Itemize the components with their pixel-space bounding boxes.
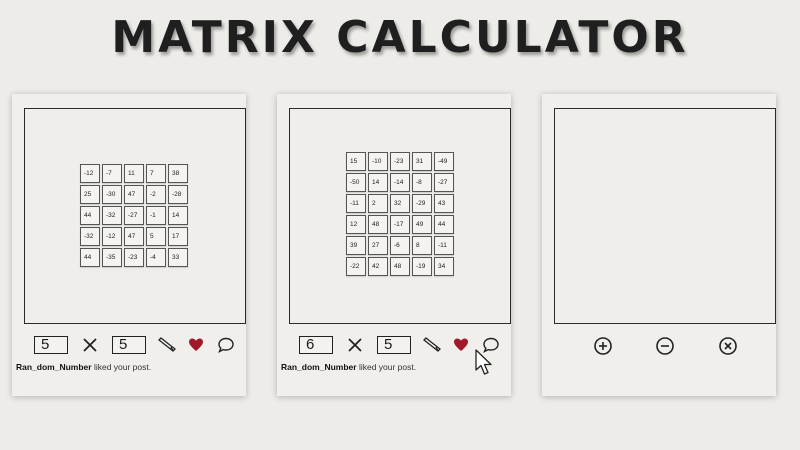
matrix-cell[interactable]: -10: [368, 152, 388, 171]
pen-icon[interactable]: [157, 337, 177, 353]
matrix-cell[interactable]: -4: [146, 248, 166, 267]
matrix-cell[interactable]: 33: [168, 248, 188, 267]
matrix-cell[interactable]: -12: [102, 227, 122, 246]
liked-text: liked your post.: [356, 362, 417, 372]
matrix-cell[interactable]: 14: [368, 173, 388, 192]
matrix-cell[interactable]: -22: [346, 257, 366, 276]
matrix-cell[interactable]: -30: [102, 185, 122, 204]
liked-text: liked your post.: [91, 362, 152, 372]
pen-icon[interactable]: [422, 337, 442, 353]
matrix-cell[interactable]: -27: [124, 206, 144, 225]
liked-user[interactable]: Ran_dom_Number: [281, 362, 357, 372]
like-notification: Ran_dom_Number liked your post.: [12, 362, 246, 372]
rows-input[interactable]: 6: [299, 336, 333, 354]
matrix-cell[interactable]: -11: [434, 236, 454, 255]
cols-input[interactable]: 5: [377, 336, 411, 354]
matrix-cell[interactable]: -32: [80, 227, 100, 246]
matrix-cell[interactable]: 44: [80, 248, 100, 267]
matrix-cell[interactable]: -12: [80, 164, 100, 183]
matrix-cell[interactable]: 2: [368, 194, 388, 213]
matrix-cell[interactable]: 7: [146, 164, 166, 183]
matrix-cell[interactable]: 38: [168, 164, 188, 183]
matrix-cell[interactable]: 12: [346, 215, 366, 234]
matrix-cell[interactable]: 42: [368, 257, 388, 276]
matrix-cell[interactable]: -35: [102, 248, 122, 267]
matrix-cell[interactable]: -17: [390, 215, 410, 234]
matrix-cell[interactable]: -7: [102, 164, 122, 183]
matrix-cell[interactable]: 48: [368, 215, 388, 234]
rows-input[interactable]: 5: [34, 336, 68, 354]
matrix-cell[interactable]: 5: [146, 227, 166, 246]
matrix-cell[interactable]: 27: [368, 236, 388, 255]
times-icon: [83, 338, 97, 352]
multiply-circle-icon[interactable]: [718, 336, 738, 356]
matrix-cell[interactable]: -11: [346, 194, 366, 213]
liked-user[interactable]: Ran_dom_Number: [16, 362, 92, 372]
matrix-cell[interactable]: 39: [346, 236, 366, 255]
matrix-cell[interactable]: 47: [124, 227, 144, 246]
subtract-circle-icon[interactable]: [655, 336, 675, 356]
matrix-cell[interactable]: 47: [124, 185, 144, 204]
matrix-cell[interactable]: 31: [412, 152, 432, 171]
matrix-cell[interactable]: 11: [124, 164, 144, 183]
add-circle-icon[interactable]: [593, 336, 613, 356]
matrix-cell[interactable]: 14: [168, 206, 188, 225]
matrix-cell[interactable]: -19: [412, 257, 432, 276]
matrix-cell[interactable]: 43: [434, 194, 454, 213]
heart-icon[interactable]: [453, 337, 469, 353]
times-icon: [348, 338, 362, 352]
matrix-cell[interactable]: 8: [412, 236, 432, 255]
matrix-grid: 15 -10 -23 31 -49 -50 14 -14 -8 -27 -11 2 32 -29 43 12 4…: [346, 152, 454, 276]
matrix-cell[interactable]: -27: [434, 173, 454, 192]
matrix-cell[interactable]: -28: [168, 185, 188, 204]
matrix-cell[interactable]: -1: [146, 206, 166, 225]
matrix-cell[interactable]: 34: [434, 257, 454, 276]
matrix-cell[interactable]: -8: [412, 173, 432, 192]
matrix-cell[interactable]: 49: [412, 215, 432, 234]
matrix-frame: -12 -7 11 7 38 25 -30 47 -2 -28 44 -32 -27 -1 14 -32 -12…: [24, 108, 246, 324]
matrix-cell[interactable]: 48: [390, 257, 410, 276]
matrix-grid: -12 -7 11 7 38 25 -30 47 -2 -28 44 -32 -27 -1 14 -32 -12…: [80, 164, 188, 267]
matrix-cell[interactable]: 25: [80, 185, 100, 204]
matrix-cell[interactable]: 17: [168, 227, 188, 246]
result-frame: [554, 108, 776, 324]
matrix-frame: 15 -10 -23 31 -49 -50 14 -14 -8 -27 -11 2 32 -29 43 12 4…: [289, 108, 511, 324]
matrix-cell[interactable]: -50: [346, 173, 366, 192]
matrix-cell[interactable]: 32: [390, 194, 410, 213]
matrix-cell[interactable]: -23: [124, 248, 144, 267]
matrix-cell[interactable]: 15: [346, 152, 366, 171]
cursor-icon: [475, 349, 492, 375]
card-toolbar: 5 5: [32, 334, 242, 356]
comment-icon[interactable]: [217, 336, 235, 354]
matrix-cell[interactable]: -32: [102, 206, 122, 225]
page-title: MATRIX CALCULATOR: [111, 12, 689, 63]
cols-input[interactable]: 5: [112, 336, 146, 354]
matrix-cell[interactable]: -6: [390, 236, 410, 255]
matrix-card-1: -12 -7 11 7 38 25 -30 47 -2 -28 44 -32 -27 -1 14 -32 -12…: [12, 94, 246, 396]
heart-icon[interactable]: [188, 337, 204, 353]
matrix-cell[interactable]: 44: [80, 206, 100, 225]
matrix-cell[interactable]: 44: [434, 215, 454, 234]
result-card: [542, 94, 776, 396]
matrix-cell[interactable]: -23: [390, 152, 410, 171]
matrix-cell[interactable]: -29: [412, 194, 432, 213]
matrix-cell[interactable]: -2: [146, 185, 166, 204]
matrix-cell[interactable]: -49: [434, 152, 454, 171]
matrix-cell[interactable]: -14: [390, 173, 410, 192]
